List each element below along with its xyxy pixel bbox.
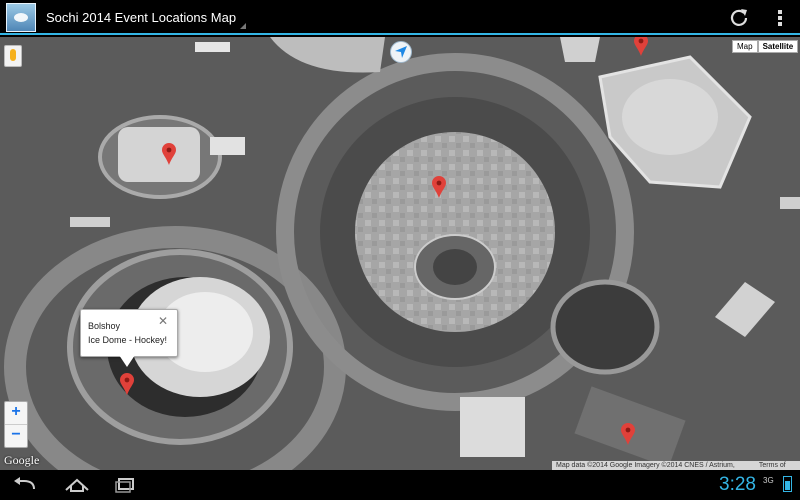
map-type-toggle: Map Satellite [732, 40, 799, 53]
navigation-bar [0, 470, 800, 500]
signal-indicator: 3G [763, 476, 774, 485]
map-marker-selected[interactable] [120, 373, 134, 395]
map-marker[interactable] [634, 37, 648, 56]
map-marker[interactable] [162, 143, 176, 165]
back-icon[interactable] [10, 475, 40, 495]
status-clock: 3:28 [719, 474, 756, 495]
refresh-icon[interactable] [728, 7, 750, 29]
zoom-in-button[interactable]: + [5, 402, 27, 424]
title-caret [240, 23, 246, 29]
home-icon[interactable] [62, 475, 92, 495]
navigation-arrow-icon [395, 46, 407, 58]
map-attribution: Map data ©2014 Google Imagery ©2014 CNES… [552, 461, 800, 470]
zoom-controls: + − [4, 401, 28, 448]
info-window-tail [119, 355, 135, 367]
terms-of-use-link[interactable]: Terms of Use [759, 461, 796, 470]
info-window-title: Bolshoy [88, 321, 121, 331]
recent-apps-icon[interactable] [110, 475, 140, 495]
battery-icon [783, 476, 792, 492]
google-logo: Google [4, 453, 40, 467]
info-window-description: Ice Dome - Hockey! [88, 335, 168, 345]
action-bar-divider [0, 33, 800, 35]
action-bar: Sochi 2014 Event Locations Map [0, 0, 800, 35]
attribution-text: Map data ©2014 Google Imagery ©2014 CNES… [556, 462, 735, 469]
info-window[interactable]: Bolshoy Ice Dome - Hockey! ✕ [80, 309, 178, 367]
map-type-satellite[interactable]: Satellite [757, 40, 799, 53]
map-view[interactable]: Map Satellite Bolshoy Ice Dome - Hockey!… [0, 37, 800, 470]
app-icon[interactable] [6, 3, 36, 32]
street-view-pegman-icon[interactable] [4, 45, 22, 67]
app-title: Sochi 2014 Event Locations Map [46, 10, 237, 25]
my-location-button[interactable] [390, 41, 412, 63]
overflow-menu-icon[interactable] [770, 7, 790, 29]
satellite-imagery [0, 37, 800, 470]
map-type-map[interactable]: Map [732, 40, 758, 53]
map-marker[interactable] [432, 176, 446, 198]
zoom-out-button[interactable]: − [5, 424, 27, 447]
map-marker[interactable] [621, 423, 635, 445]
close-icon[interactable]: ✕ [158, 314, 168, 328]
